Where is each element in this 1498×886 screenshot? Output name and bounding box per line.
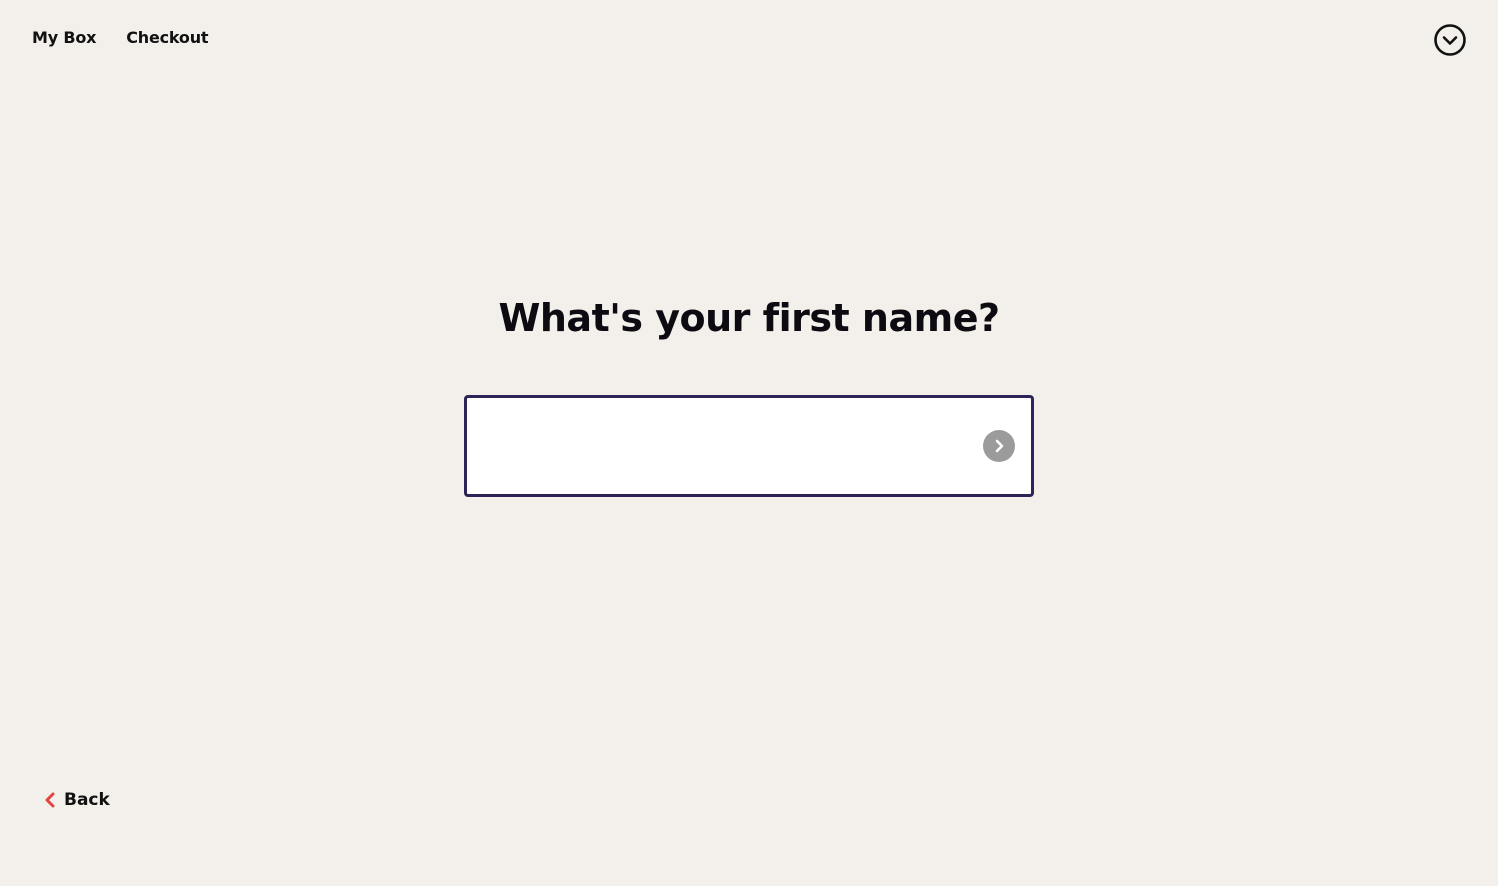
top-nav: My Box Checkout <box>32 28 209 47</box>
back-label: Back <box>64 790 110 810</box>
nav-item-my-box[interactable]: My Box <box>32 28 96 47</box>
chevron-down-circle-icon[interactable] <box>1434 24 1466 56</box>
nav-item-checkout[interactable]: Checkout <box>126 28 208 47</box>
page: My Box Checkout What's your first name? … <box>0 0 1498 886</box>
back-button[interactable]: Back <box>44 790 110 810</box>
first-name-field <box>464 395 1034 497</box>
submit-button[interactable] <box>983 430 1015 462</box>
question-heading: What's your first name? <box>498 296 1000 340</box>
chevron-left-icon <box>45 792 55 808</box>
first-name-input[interactable] <box>481 398 975 496</box>
chevron-right-icon <box>995 439 1004 453</box>
